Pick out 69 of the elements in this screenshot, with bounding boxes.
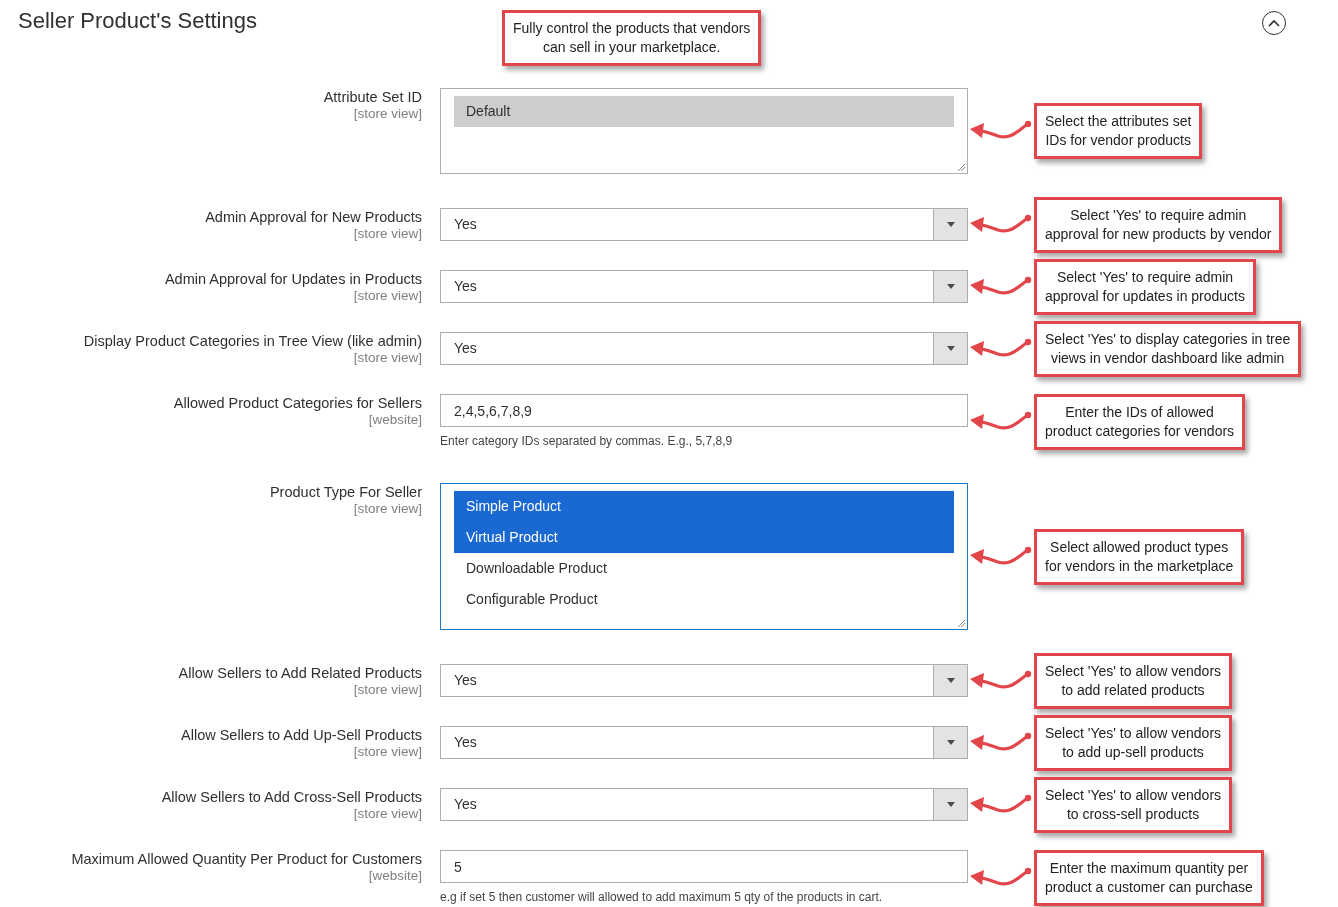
dropdown-select[interactable]: Yes xyxy=(440,208,968,241)
multiselect-list[interactable]: Default xyxy=(440,88,968,174)
dropdown-select[interactable]: Yes xyxy=(440,270,968,303)
pointer-arrow xyxy=(970,276,1032,295)
pointer-arrow xyxy=(970,732,1032,751)
callout-note: Select 'Yes' to allow vendors to cross-sell products xyxy=(1034,777,1233,833)
scope-label: [store view] xyxy=(353,682,422,698)
callout-note: Select 'Yes' to require admin approval for updates in products xyxy=(1034,259,1256,315)
dropdown-select[interactable]: Yes xyxy=(440,664,968,697)
resize-grip-icon[interactable] xyxy=(956,162,966,172)
dropdown-select[interactable]: Yes xyxy=(440,788,968,821)
pointer-arrow xyxy=(970,867,1032,885)
list-option[interactable]: Configurable Product xyxy=(454,584,954,615)
callout-note: Select 'Yes' to allow vendors to add related products xyxy=(1034,653,1233,709)
dropdown-select[interactable]: Yes xyxy=(440,726,968,759)
scope-label: [store view] xyxy=(353,501,422,517)
scope-label: [website] xyxy=(368,868,422,884)
field-label: Allow Sellers to Add Cross-Sell Products xyxy=(161,789,422,806)
pointer-arrow xyxy=(970,670,1032,689)
callout-note: Select the attributes set IDs for vendor products xyxy=(1034,103,1203,159)
field-label: Admin Approval for New Products xyxy=(205,209,422,226)
multiselect-list[interactable]: Simple Product Virtual Product Downloadable Product Configurable Product xyxy=(440,483,968,630)
scope-label: [website] xyxy=(368,412,422,428)
text-input[interactable]: 5 xyxy=(440,850,968,883)
scope-label: [store view] xyxy=(353,226,422,242)
caret-icon xyxy=(946,802,955,807)
field-label: Admin Approval for Updates in Products xyxy=(164,271,422,288)
caret-icon xyxy=(946,678,955,683)
pointer-arrow xyxy=(970,338,1032,357)
pointer-arrow xyxy=(970,411,1032,429)
pointer-arrow xyxy=(970,794,1032,813)
list-option[interactable]: Downloadable Product xyxy=(454,553,954,584)
resize-grip-icon[interactable] xyxy=(956,618,966,628)
list-option[interactable]: Default xyxy=(454,96,954,127)
field-label: Allowed Product Categories for Sellers xyxy=(173,395,422,412)
caret-icon xyxy=(946,740,955,745)
collapse-toggle[interactable] xyxy=(1262,11,1286,35)
field-label: Attribute Set ID xyxy=(323,89,422,106)
callout-note: Enter the maximum quantity per product a customer can purchase xyxy=(1034,849,1264,906)
text-input[interactable]: 2,4,5,6,7,8,9 xyxy=(440,394,968,427)
caret-icon xyxy=(946,346,955,351)
caret-icon xyxy=(946,222,955,227)
callout-note: Select 'Yes' to allow vendors to add up-sell products xyxy=(1034,715,1233,771)
chevron-up-icon xyxy=(1268,19,1280,27)
field-label: Maximum Allowed Quantity Per Product for Customers xyxy=(71,851,422,868)
scope-label: [store view] xyxy=(353,744,422,760)
pointer-arrow xyxy=(970,120,1032,139)
field-note: Enter category IDs separated by commas. E.g., 5,7,8,9 xyxy=(440,433,734,449)
scope-label: [store view] xyxy=(353,350,422,366)
callout-note: Select allowed product types for vendors in the marketplace xyxy=(1034,528,1245,585)
callout-note: Fully control the products that vendors can sell in your marketplace. xyxy=(502,10,762,66)
list-option[interactable]: Virtual Product xyxy=(454,522,954,553)
callout-note: Enter the IDs of allowed product categories for vendors xyxy=(1034,393,1246,450)
pointer-arrow xyxy=(970,214,1032,233)
pointer-arrow xyxy=(970,546,1032,564)
field-label: Allow Sellers to Add Related Products xyxy=(178,665,422,682)
callout-note: Select 'Yes' to display categories in tree views in vendor dashboard like admin xyxy=(1034,321,1302,377)
field-label: Allow Sellers to Add Up-Sell Products xyxy=(181,727,422,744)
field-label: Display Product Categories in Tree View (like admin) xyxy=(83,333,422,350)
section-title: Seller Product's Settings xyxy=(18,8,258,34)
field-note: e.g if set 5 then customer will allowed to add maximum 5 qty of the products in cart. xyxy=(440,889,884,905)
scope-label: [store view] xyxy=(353,288,422,304)
list-option[interactable]: Simple Product xyxy=(454,491,954,522)
field-label: Product Type For Seller xyxy=(269,484,422,501)
callout-note: Select 'Yes' to require admin approval for new products by vendor xyxy=(1034,197,1283,253)
scope-label: [store view] xyxy=(353,106,422,122)
dropdown-select[interactable]: Yes xyxy=(440,332,968,365)
scope-label: [store view] xyxy=(353,806,422,822)
caret-icon xyxy=(946,284,955,289)
